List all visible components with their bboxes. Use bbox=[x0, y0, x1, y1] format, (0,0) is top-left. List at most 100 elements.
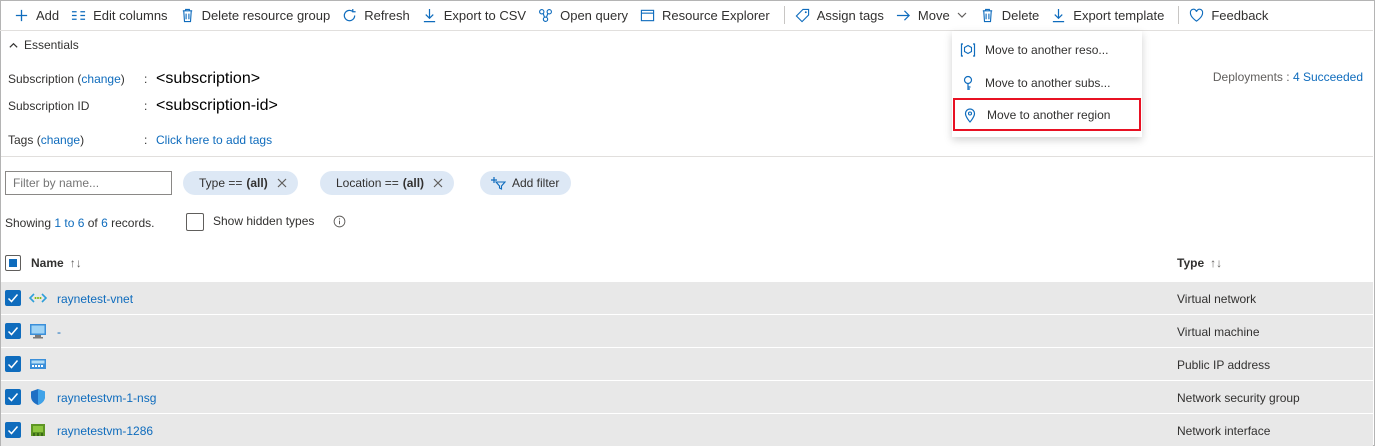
resource-name-link[interactable]: raynetestvm-1-nsg bbox=[57, 391, 156, 405]
essentials-toggle[interactable]: Essentials bbox=[8, 38, 79, 52]
add-filter-icon bbox=[491, 177, 506, 190]
select-all-checkbox[interactable] bbox=[5, 255, 21, 271]
resource-name-link[interactable]: - bbox=[57, 325, 61, 339]
key-icon bbox=[963, 75, 973, 90]
public-ip-icon bbox=[30, 359, 46, 369]
move-dropdown-menu: Move to another reso... Move to another … bbox=[952, 31, 1142, 137]
vm-icon bbox=[30, 324, 46, 339]
deployments: Deployments : 4 Succeeded bbox=[1212, 70, 1363, 84]
delete-button[interactable]: Delete bbox=[976, 0, 1048, 30]
deployments-link[interactable]: 4 Succeeded bbox=[1293, 70, 1363, 84]
export-csv-label: Export to CSV bbox=[443, 7, 527, 23]
move-to-another-subscription-item[interactable]: Move to another subs... bbox=[952, 66, 1142, 99]
export-csv-button[interactable]: Export to CSV bbox=[418, 0, 534, 30]
table-row[interactable]: - Virtual machine bbox=[1, 315, 1373, 348]
resource-type: Network interface bbox=[1177, 424, 1271, 438]
show-hidden-types-checkbox[interactable] bbox=[186, 213, 204, 231]
add-tags-link[interactable]: Click here to add tags bbox=[156, 133, 272, 147]
resource-group-icon bbox=[960, 42, 976, 57]
row-checkbox[interactable] bbox=[5, 422, 21, 438]
row-checkbox[interactable] bbox=[5, 290, 21, 306]
subscription-id-label: Subscription ID bbox=[8, 99, 90, 113]
plus-icon bbox=[15, 9, 28, 21]
tags-change-link[interactable]: change bbox=[41, 133, 80, 147]
records-of: of bbox=[84, 216, 102, 230]
tag-icon bbox=[795, 8, 809, 22]
row-checkbox[interactable] bbox=[5, 389, 21, 405]
table-row[interactable]: Public IP address bbox=[1, 348, 1373, 381]
name-column-header[interactable]: Name ↑↓ bbox=[31, 256, 82, 270]
sort-icon: ↑↓ bbox=[69, 256, 82, 270]
resource-type: Public IP address bbox=[1177, 358, 1271, 372]
menu-item-label: Move to another reso... bbox=[985, 42, 1109, 57]
close-icon[interactable] bbox=[276, 177, 288, 189]
location-filter-pill[interactable]: Location == (all) bbox=[320, 171, 455, 195]
records-count: Showing 1 to 6 of 6 records. bbox=[5, 216, 154, 230]
toolbar-divider bbox=[783, 6, 785, 24]
refresh-button[interactable]: Refresh bbox=[338, 0, 418, 30]
refresh-label: Refresh bbox=[364, 7, 410, 23]
resource-type: Virtual machine bbox=[1177, 325, 1260, 339]
resource-explorer-label: Resource Explorer bbox=[662, 7, 770, 23]
resource-name-link[interactable]: raynetest-vnet bbox=[57, 292, 133, 306]
nsg-icon bbox=[31, 389, 45, 405]
feedback-button[interactable]: Feedback bbox=[1185, 0, 1276, 30]
subscription-change-link[interactable]: change bbox=[81, 72, 120, 86]
type-filter-pill[interactable]: Type == (all) bbox=[183, 171, 298, 195]
subscription-id-value: <subscription-id> bbox=[156, 97, 278, 114]
subscription-label: Subscription bbox=[8, 72, 75, 86]
subscription-id-row: Subscription ID : <subscription-id> bbox=[8, 97, 278, 115]
add-filter-button[interactable]: Add filter bbox=[480, 171, 572, 195]
colon: : bbox=[144, 72, 148, 86]
location-filter-value: (all) bbox=[402, 176, 425, 190]
row-checkbox[interactable] bbox=[5, 323, 21, 339]
export-template-button[interactable]: Export template bbox=[1047, 0, 1172, 30]
columns-icon bbox=[72, 10, 86, 20]
name-header-label: Name bbox=[31, 256, 64, 270]
records-range: 1 to 6 bbox=[54, 216, 85, 230]
menu-item-label: Move to another region bbox=[987, 107, 1111, 122]
info-icon[interactable] bbox=[333, 215, 346, 228]
location-pin-icon bbox=[964, 107, 976, 123]
essentials-title: Essentials bbox=[24, 38, 79, 52]
query-icon bbox=[539, 8, 553, 22]
move-button[interactable]: Move bbox=[892, 0, 976, 30]
records-suffix: records. bbox=[107, 216, 155, 230]
open-query-label: Open query bbox=[560, 7, 629, 23]
vnet-icon bbox=[29, 293, 47, 303]
close-icon[interactable] bbox=[432, 177, 444, 189]
table-row[interactable]: raynetestvm-1286 Network interface bbox=[1, 414, 1373, 446]
type-column-header[interactable]: Type ↑↓ bbox=[1177, 256, 1222, 270]
colon: : bbox=[144, 99, 148, 113]
open-query-button[interactable]: Open query bbox=[534, 0, 636, 30]
move-to-another-resource-group-item[interactable]: Move to another reso... bbox=[952, 33, 1142, 66]
checkmark-icon bbox=[7, 360, 19, 369]
export-template-label: Export template bbox=[1073, 7, 1165, 23]
download-icon bbox=[1053, 8, 1065, 22]
edit-columns-button[interactable]: Edit columns bbox=[67, 0, 175, 30]
assign-tags-button[interactable]: Assign tags bbox=[791, 0, 892, 30]
trash-icon bbox=[982, 8, 992, 22]
heart-icon bbox=[1190, 8, 1204, 22]
type-filter-label: Type == bbox=[199, 176, 243, 190]
checkmark-icon bbox=[7, 393, 19, 402]
arrow-right-icon bbox=[896, 9, 910, 21]
checkmark-icon bbox=[7, 327, 19, 336]
table-row[interactable]: raynetestvm-1-nsg Network security group bbox=[1, 381, 1373, 414]
add-filter-label: Add filter bbox=[512, 176, 560, 190]
add-button[interactable]: Add bbox=[10, 0, 67, 30]
tags-label: Tags bbox=[8, 133, 34, 147]
delete-resource-group-button[interactable]: Delete resource group bbox=[176, 0, 339, 30]
table-row[interactable]: raynetest-vnet Virtual network bbox=[1, 282, 1373, 315]
add-label: Add bbox=[36, 7, 60, 23]
row-checkbox[interactable] bbox=[5, 356, 21, 372]
tags-label-group: Tags (change) bbox=[8, 133, 85, 147]
move-label: Move bbox=[917, 7, 950, 23]
nic-icon bbox=[31, 424, 45, 436]
move-to-another-region-item[interactable]: Move to another region bbox=[953, 98, 1141, 131]
resource-name-link[interactable]: raynetestvm-1286 bbox=[57, 424, 153, 438]
delete-resource-group-label: Delete resource group bbox=[201, 7, 331, 23]
window-icon bbox=[640, 9, 655, 21]
filter-by-name-input[interactable] bbox=[5, 171, 172, 195]
resource-explorer-button[interactable]: Resource Explorer bbox=[636, 0, 778, 30]
